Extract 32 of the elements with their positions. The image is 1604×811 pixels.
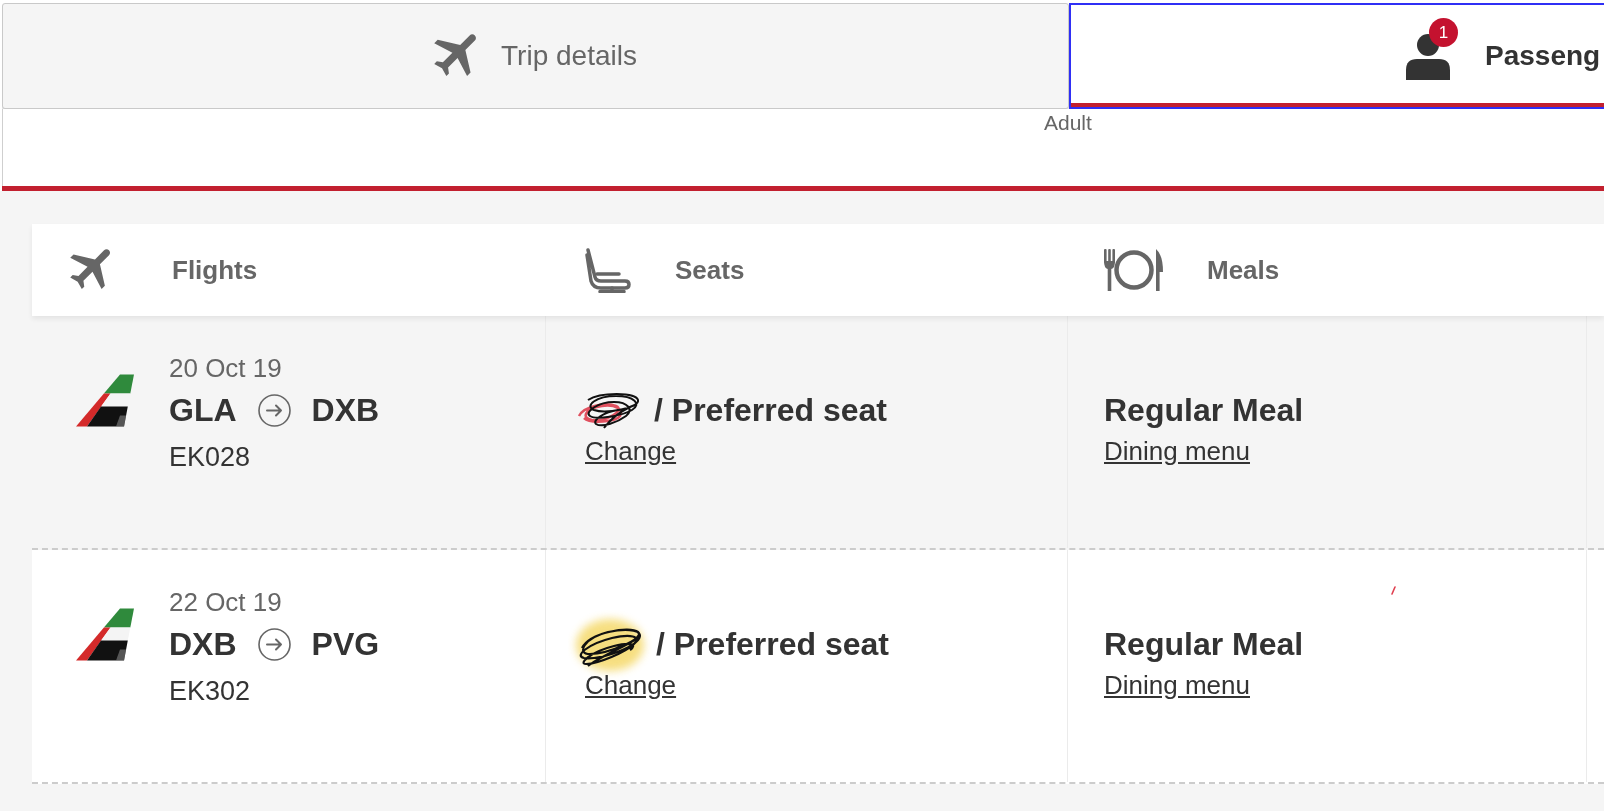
notification-badge: 1 bbox=[1429, 17, 1458, 47]
airplane-icon bbox=[434, 34, 479, 78]
column-header: Flights bbox=[172, 255, 258, 285]
tab-subtitle: Adult bbox=[1044, 111, 1092, 135]
seat-type: / Preferred seat bbox=[654, 391, 887, 430]
dining-menu-link[interactable]: Dining menu bbox=[1104, 436, 1250, 466]
origin-code: DXB bbox=[169, 625, 237, 664]
destination-code: DXB bbox=[311, 391, 380, 430]
plate-cutlery-icon bbox=[1103, 248, 1164, 292]
arrow-circle-icon bbox=[257, 627, 291, 661]
column-header: Meals bbox=[1207, 255, 1280, 285]
flight-date: 20 Oct 19 bbox=[169, 353, 283, 383]
flight-number: EK028 bbox=[169, 442, 252, 472]
tail-fin-icon bbox=[76, 608, 134, 661]
change-link[interactable]: Change bbox=[585, 670, 677, 700]
dining-menu-link[interactable]: Dining menu bbox=[1104, 670, 1250, 700]
meal-name: Regular Meal bbox=[1104, 391, 1304, 430]
column-header: Seats bbox=[675, 255, 745, 285]
seat-icon bbox=[585, 247, 631, 293]
tab[interactable]: 1 Passeng bbox=[1069, 3, 1604, 109]
airplane-icon bbox=[70, 249, 112, 291]
origin-code: GLA bbox=[169, 391, 237, 430]
seat-type: / Preferred seat bbox=[656, 625, 889, 664]
destination-code: PVG bbox=[311, 625, 380, 664]
flight-number: EK302 bbox=[169, 676, 252, 706]
arrow-circle-icon bbox=[257, 393, 291, 427]
pen-mark-icon bbox=[1391, 586, 1396, 595]
flight-date: 22 Oct 19 bbox=[169, 587, 283, 617]
meal-name: Regular Meal bbox=[1104, 625, 1304, 664]
tab[interactable]: Trip details bbox=[2, 3, 1069, 109]
tail-fin-icon bbox=[76, 374, 134, 427]
change-link[interactable]: Change bbox=[585, 436, 677, 466]
